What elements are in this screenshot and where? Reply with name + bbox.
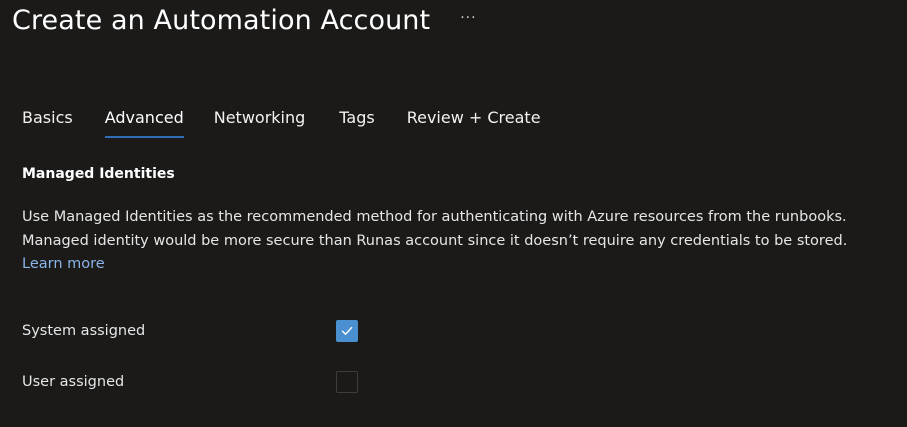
more-options-button[interactable]: ···: [460, 10, 476, 26]
tab-advanced[interactable]: Advanced: [104, 104, 184, 138]
system-assigned-checkbox[interactable]: [336, 320, 358, 342]
create-automation-account-page: Create an Automation Account ··· Basics …: [0, 0, 907, 427]
section-heading-managed-identities: Managed Identities: [22, 166, 175, 182]
user-assigned-label: User assigned: [22, 374, 125, 390]
checkmark-icon: [341, 326, 353, 335]
page-title: Create an Automation Account: [12, 4, 431, 36]
tab-tags[interactable]: Tags: [339, 104, 374, 134]
wizard-tabs: Basics Advanced Networking Tags Review +…: [22, 104, 541, 140]
ellipsis-icon: ···: [460, 10, 477, 26]
learn-more-link[interactable]: Learn more: [22, 256, 105, 272]
tab-basics[interactable]: Basics: [22, 104, 73, 134]
managed-identities-description: Use Managed Identities as the recommende…: [22, 206, 892, 277]
system-assigned-label: System assigned: [22, 323, 146, 339]
tab-networking[interactable]: Networking: [214, 104, 306, 134]
title-row: Create an Automation Account ···: [12, 0, 477, 40]
tab-review-create[interactable]: Review + Create: [407, 104, 541, 134]
description-text: Use Managed Identities as the recommende…: [22, 209, 848, 249]
user-assigned-row: User assigned: [22, 369, 382, 395]
user-assigned-checkbox[interactable]: [336, 371, 358, 393]
system-assigned-row: System assigned: [22, 318, 382, 344]
